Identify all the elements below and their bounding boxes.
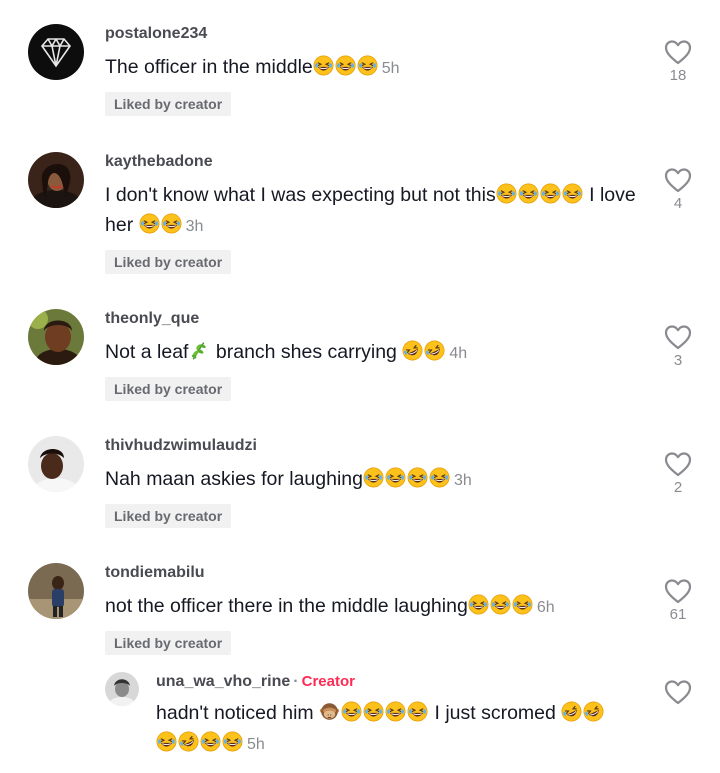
- heart-icon[interactable]: [663, 450, 693, 478]
- comment-username[interactable]: thivhudzwimulaudzi: [105, 436, 650, 456]
- reply-username[interactable]: una_wa_vho_rine: [156, 673, 290, 690]
- avatar[interactable]: [105, 672, 139, 706]
- laughing-emoji-icon: [161, 213, 182, 234]
- laughing-emoji-icon: [222, 731, 243, 752]
- rofl-emoji-icon: [424, 340, 445, 361]
- liked-by-creator-badge: Liked by creator: [105, 631, 232, 655]
- laughing-emoji-icon: [335, 55, 356, 76]
- laughing-emoji-icon: [357, 55, 378, 76]
- laughing-emoji-icon: [562, 183, 583, 204]
- avatar[interactable]: [28, 563, 84, 619]
- laughing-emoji-icon: [385, 467, 406, 488]
- comment-username[interactable]: theonly_que: [105, 309, 650, 329]
- comments-list: postalone234 The officer in the middle 5h…: [0, 0, 720, 773]
- comment-time: 6h: [536, 599, 555, 616]
- avatar[interactable]: [28, 152, 84, 208]
- like-button[interactable]: 4: [660, 166, 696, 212]
- laughing-emoji-icon: [341, 701, 362, 722]
- like-button[interactable]: 3: [660, 323, 696, 369]
- laughing-emoji-icon: [468, 594, 489, 615]
- heart-icon[interactable]: [663, 323, 693, 351]
- like-count: 18: [669, 67, 687, 84]
- rofl-emoji-icon: [561, 701, 582, 722]
- rofl-emoji-icon: [583, 701, 604, 722]
- avatar[interactable]: [28, 24, 84, 80]
- reply-time: 5h: [247, 736, 265, 753]
- avatar[interactable]: [28, 436, 84, 492]
- like-count: 61: [669, 606, 687, 623]
- herb-emoji-icon: [188, 340, 209, 361]
- comment-text: Nah maan askies for laughing 3h: [105, 467, 472, 490]
- reply-header: una_wa_vho_rine · Creator: [156, 672, 650, 692]
- comment-time: 3h: [454, 472, 472, 489]
- like-count: 4: [673, 195, 683, 212]
- laughing-emoji-icon: [490, 594, 511, 615]
- rofl-emoji-icon: [402, 340, 423, 361]
- heart-icon[interactable]: [663, 38, 693, 66]
- comment-text: I don't know what I was expecting but no…: [105, 183, 636, 236]
- heart-icon[interactable]: [663, 166, 693, 194]
- laughing-emoji-icon: [518, 183, 539, 204]
- comment-text: The officer in the middle 5h: [105, 55, 400, 78]
- laughing-emoji-icon: [200, 731, 221, 752]
- comment-time: 5h: [381, 60, 400, 77]
- laughing-emoji-icon: [139, 213, 160, 234]
- comment-time: 4h: [449, 345, 468, 362]
- laughing-emoji-icon: [385, 701, 406, 722]
- laughing-emoji-icon: [407, 701, 428, 722]
- see-no-evil-monkey-emoji-icon: [319, 701, 340, 722]
- liked-by-creator-badge: Liked by creator: [105, 92, 232, 116]
- laughing-emoji-icon: [429, 467, 450, 488]
- comment-username[interactable]: kaythebadone: [105, 152, 650, 172]
- comment-time: 3h: [185, 218, 204, 235]
- like-button[interactable]: [660, 678, 696, 706]
- avatar[interactable]: [28, 309, 84, 365]
- comment-username[interactable]: tondiemabilu: [105, 563, 650, 583]
- creator-badge: Creator: [301, 673, 355, 690]
- comment-username[interactable]: postalone234: [105, 24, 650, 44]
- laughing-emoji-icon: [363, 701, 384, 722]
- like-button[interactable]: 18: [660, 38, 696, 84]
- rofl-emoji-icon: [178, 731, 199, 752]
- laughing-emoji-icon: [156, 731, 177, 752]
- liked-by-creator-badge: Liked by creator: [105, 250, 232, 274]
- laughing-emoji-icon: [407, 467, 428, 488]
- laughing-emoji-icon: [496, 183, 517, 204]
- laughing-emoji-icon: [540, 183, 561, 204]
- laughing-emoji-icon: [363, 467, 384, 488]
- laughing-emoji-icon: [313, 55, 334, 76]
- like-count: 2: [673, 479, 683, 496]
- like-button[interactable]: 2: [660, 450, 696, 496]
- comment-text: not the officer there in the middle laug…: [105, 594, 555, 617]
- separator-dot: ·: [293, 673, 299, 690]
- liked-by-creator-badge: Liked by creator: [105, 504, 232, 528]
- like-count: 3: [673, 352, 683, 369]
- like-button[interactable]: 61: [660, 577, 696, 623]
- laughing-emoji-icon: [512, 594, 533, 615]
- heart-icon[interactable]: [663, 577, 693, 605]
- reply-text: hadn't noticed him I just scromed 5h: [156, 698, 650, 760]
- liked-by-creator-badge: Liked by creator: [105, 377, 232, 401]
- comment-text: Not a leaf branch shes carrying 4h: [105, 337, 650, 369]
- heart-icon[interactable]: [663, 678, 693, 706]
